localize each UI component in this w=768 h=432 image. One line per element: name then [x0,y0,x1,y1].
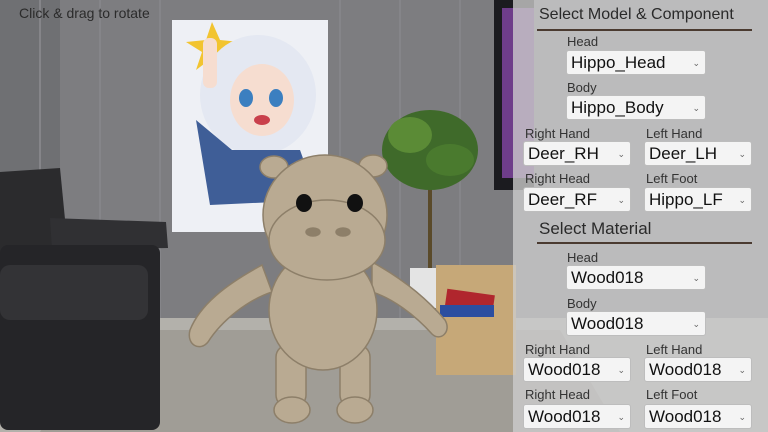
chevron-down-icon: ⌄ [738,195,746,205]
chevron-down-icon: ⌄ [617,195,625,205]
control-panel: Select Model & Component Head Hippo_Head… [513,0,768,432]
material-left-hand-label: Left Hand [646,342,703,357]
material-body-label: Body [567,296,597,311]
material-right-hand-dropdown[interactable]: Wood018 ⌄ [523,357,631,382]
material-right-head-dropdown[interactable]: Wood018 ⌄ [523,404,631,429]
material-section-title: Select Material [539,219,652,238]
model-right-head-value: Deer_RF [528,190,597,209]
material-left-foot-value: Wood018 [649,407,722,426]
section-divider [537,242,752,244]
model-section-title: Select Model & Component [539,6,734,23]
model-left-hand-dropdown[interactable]: Deer_LH ⌄ [644,141,752,166]
material-right-hand-label: Right Hand [525,342,591,357]
material-body-dropdown[interactable]: Wood018 ⌄ [566,311,706,336]
model-left-foot-value: Hippo_LF [649,190,723,209]
chevron-down-icon: ⌄ [738,365,746,375]
material-right-head-value: Wood018 [528,407,601,426]
chevron-down-icon: ⌄ [738,412,746,422]
model-head-value: Hippo_Head [571,53,666,72]
material-right-head-label: Right Head [525,387,591,402]
material-body-value: Wood018 [571,314,644,333]
section-divider [537,29,752,31]
chevron-down-icon: ⌄ [692,103,700,113]
model-left-hand-value: Deer_LH [649,144,718,163]
model-left-hand-label: Left Hand [646,126,703,141]
model-body-value: Hippo_Body [571,98,664,117]
model-right-hand-dropdown[interactable]: Deer_RH ⌄ [523,141,631,166]
chevron-down-icon: ⌄ [692,319,700,329]
model-right-hand-value: Deer_RH [528,144,599,163]
model-left-foot-dropdown[interactable]: Hippo_LF ⌄ [644,187,752,212]
rotate-hint: Click & drag to rotate [19,5,150,21]
model-head-label: Head [567,34,599,49]
chevron-down-icon: ⌄ [617,365,625,375]
model-body-dropdown[interactable]: Hippo_Body ⌄ [566,95,706,120]
material-head-value: Wood018 [571,268,644,287]
shelf [436,265,516,375]
model-right-head-label: Right Head [525,171,591,186]
chevron-down-icon: ⌄ [617,412,625,422]
model-head-dropdown[interactable]: Hippo_Head ⌄ [566,50,706,75]
material-left-foot-dropdown[interactable]: Wood018 ⌄ [644,404,752,429]
material-head-label: Head [567,250,599,265]
material-left-foot-label: Left Foot [646,387,698,402]
material-left-hand-value: Wood018 [649,360,722,379]
model-right-hand-label: Right Hand [525,126,591,141]
chevron-down-icon: ⌄ [738,149,746,159]
chevron-down-icon: ⌄ [692,273,700,283]
chevron-down-icon: ⌄ [692,58,700,68]
material-right-hand-value: Wood018 [528,360,601,379]
material-left-hand-dropdown[interactable]: Wood018 ⌄ [644,357,752,382]
chevron-down-icon: ⌄ [617,149,625,159]
model-right-head-dropdown[interactable]: Deer_RF ⌄ [523,187,631,212]
hippo-left-eye [296,194,312,212]
hippo-right-eye [347,194,363,212]
material-head-dropdown[interactable]: Wood018 ⌄ [566,265,706,290]
model-left-foot-label: Left Foot [646,171,698,186]
model-body-label: Body [567,80,597,95]
